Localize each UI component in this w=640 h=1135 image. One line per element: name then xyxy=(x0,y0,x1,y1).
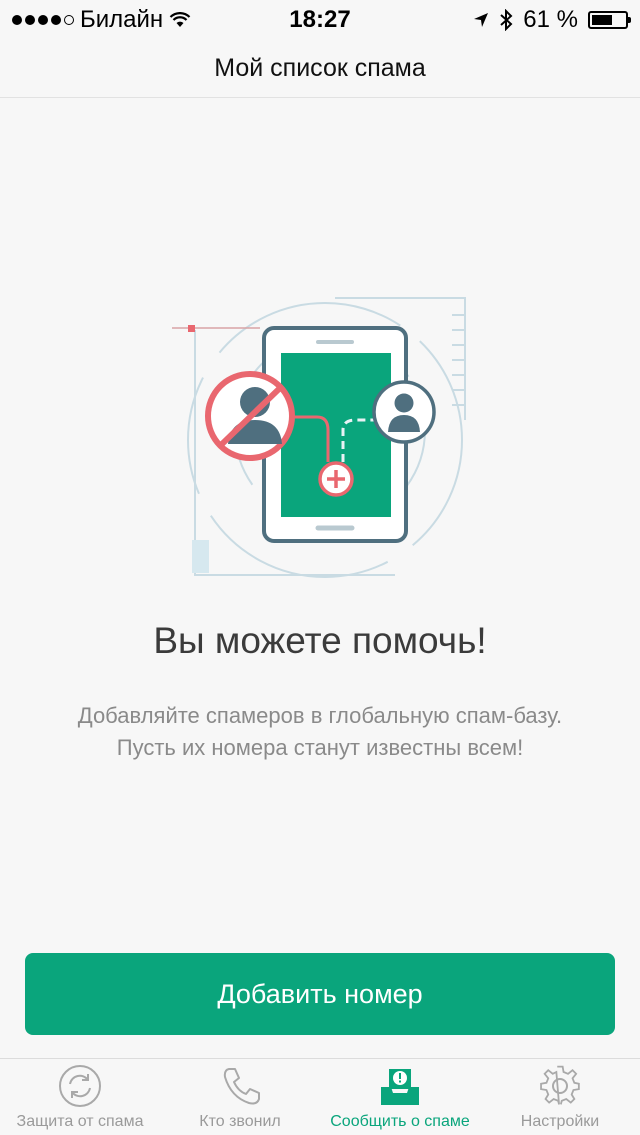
add-number-button[interactable]: Добавить номер xyxy=(25,953,615,1035)
spam-report-illustration xyxy=(172,297,466,578)
page-title: Мой список спама xyxy=(214,54,426,82)
add-plus-icon xyxy=(318,461,354,497)
location-arrow-icon xyxy=(474,13,489,27)
headline: Вы можете помочь! xyxy=(153,620,487,661)
sync-icon xyxy=(59,1065,101,1107)
contact-avatar-icon xyxy=(372,380,436,444)
battery-fill xyxy=(592,15,612,25)
tab-bar: Защита от спама Кто звонил Сообщить о сп… xyxy=(0,1058,640,1135)
battery-icon xyxy=(588,11,631,29)
description-line-1: Добавляйте спамеров в глобальную спам-ба… xyxy=(77,703,563,728)
status-bar: Билайн 18:27 61 % xyxy=(0,0,640,40)
blocked-spammer-icon xyxy=(205,371,295,461)
status-right: 61 % xyxy=(473,6,631,34)
wifi-icon xyxy=(169,12,191,27)
tab-label: Сообщить о спаме xyxy=(330,1113,470,1130)
tab-label: Защита от спама xyxy=(16,1113,144,1130)
tab-report-spam[interactable]: Сообщить о спаме xyxy=(320,1059,480,1135)
gear-icon xyxy=(540,1065,580,1105)
bluetooth-icon xyxy=(500,9,513,31)
phone-icon xyxy=(223,1068,260,1105)
tab-settings[interactable]: Настройки xyxy=(480,1059,640,1135)
signal-strength-icon xyxy=(12,15,74,25)
description-line-2: Пусть их номера станут известны всем! xyxy=(116,735,524,760)
tab-label: Настройки xyxy=(520,1113,600,1130)
tab-label: Кто звонил xyxy=(199,1113,281,1130)
carrier-name: Билайн xyxy=(80,6,164,33)
tab-who-called[interactable]: Кто звонил xyxy=(160,1059,320,1135)
battery-percent: 61 % xyxy=(523,6,578,33)
report-inbox-icon xyxy=(381,1069,419,1105)
navigation-bar: Мой список спама xyxy=(0,40,640,98)
status-left: Билайн xyxy=(12,6,473,34)
tab-spam-protection[interactable]: Защита от спама xyxy=(0,1059,160,1135)
description: Добавляйте спамеров в глобальную спам-ба… xyxy=(0,700,640,764)
